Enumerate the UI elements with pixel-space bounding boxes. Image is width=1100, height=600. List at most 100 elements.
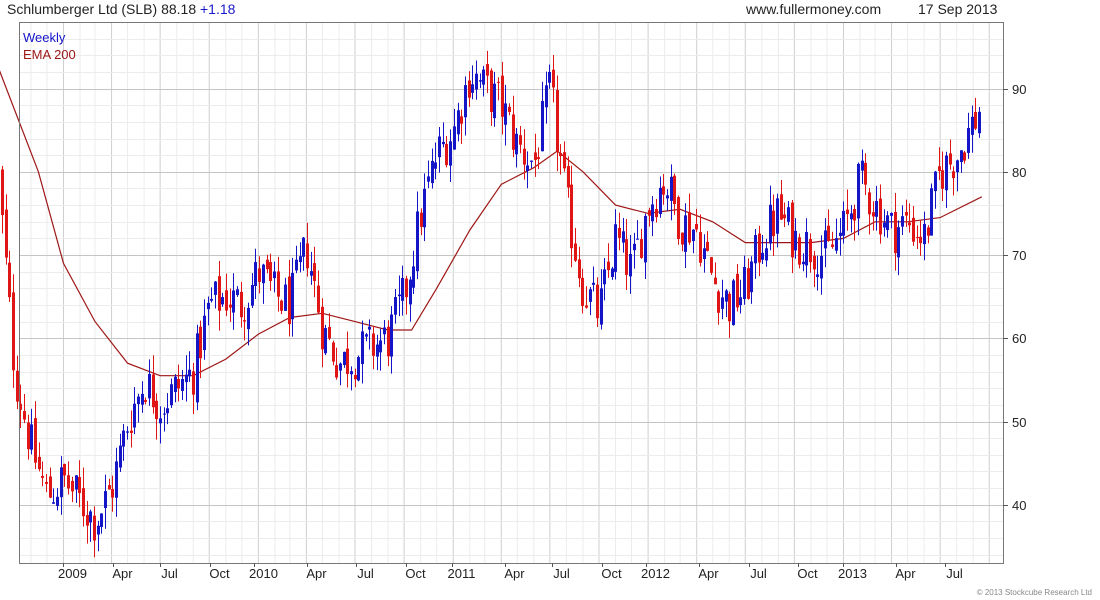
candle-body xyxy=(894,211,897,254)
candle-body xyxy=(603,269,606,285)
candle-body xyxy=(938,166,941,171)
candle-body xyxy=(743,267,746,299)
candle-body xyxy=(625,239,628,275)
y-tick-label: 50 xyxy=(1012,415,1026,430)
candle-body xyxy=(423,188,426,228)
candle-body xyxy=(901,216,904,227)
candle-body xyxy=(401,278,404,301)
candle-body xyxy=(12,292,15,371)
candle-body xyxy=(512,114,515,150)
candle-body xyxy=(486,64,489,76)
candle-body xyxy=(769,204,772,244)
candle-body xyxy=(409,279,412,305)
candle-body xyxy=(269,262,272,282)
candle-body xyxy=(897,227,900,258)
candle-body xyxy=(343,351,346,366)
candle-body xyxy=(861,160,864,171)
candle-body xyxy=(445,143,448,166)
candle-body xyxy=(148,373,151,399)
candle-body xyxy=(63,464,66,476)
candle-body xyxy=(122,430,125,447)
candle-body xyxy=(600,288,603,325)
candle-body xyxy=(379,340,382,353)
candle-body xyxy=(552,69,555,88)
candle-body xyxy=(688,212,691,243)
candle-body xyxy=(434,162,437,169)
candle-body xyxy=(82,488,85,517)
plot-frame xyxy=(19,22,1004,564)
candle-body xyxy=(218,276,221,311)
candle-body xyxy=(677,197,680,239)
candle-body xyxy=(78,477,81,494)
candle-body xyxy=(1,169,4,216)
candle-body xyxy=(376,344,379,357)
candle-body xyxy=(416,211,419,272)
candle-body xyxy=(519,135,522,145)
candle-body xyxy=(232,290,235,313)
candle-body xyxy=(262,264,265,284)
grid-lines xyxy=(19,22,1003,563)
candle-body xyxy=(758,233,761,263)
candle-body xyxy=(89,511,92,523)
x-tick-label: 2009 xyxy=(58,566,87,581)
candle-body xyxy=(273,271,276,279)
candle-body xyxy=(732,280,735,326)
candle-body xyxy=(912,217,915,242)
candle-body xyxy=(306,243,309,269)
candle-body xyxy=(905,211,908,216)
candle-body xyxy=(974,112,977,129)
candle-body xyxy=(787,207,790,222)
candle-body xyxy=(574,243,577,261)
candle-body xyxy=(754,235,757,264)
candle-body xyxy=(714,277,717,285)
candle-body xyxy=(761,252,764,260)
candle-body xyxy=(633,243,636,251)
candle-body xyxy=(394,297,397,315)
candle-body xyxy=(490,70,493,113)
x-tick-label: Oct xyxy=(797,566,818,581)
candle-body xyxy=(798,237,801,265)
candle-body xyxy=(398,294,401,297)
candle-body xyxy=(857,163,860,219)
candle-body xyxy=(949,153,952,165)
candle-body xyxy=(133,403,136,428)
candle-body xyxy=(736,273,739,308)
price-chart: 405060708090 2009 Apr Jul Oct 2010 Apr Jul Oct 2… xyxy=(0,22,1026,581)
candle-body xyxy=(41,475,44,478)
x-tick-label: 2012 xyxy=(641,566,670,581)
candle-body xyxy=(137,396,140,405)
candle-body xyxy=(930,188,933,236)
candle-body xyxy=(651,204,654,222)
candle-body xyxy=(875,200,878,217)
candle-body xyxy=(38,456,41,470)
candle-body xyxy=(119,445,122,468)
y-axis: 40 50 60 70 80 90 xyxy=(1003,82,1026,513)
candle-body xyxy=(791,202,794,258)
x-tick-label: 2013 xyxy=(838,566,867,581)
candle-body xyxy=(141,393,144,405)
candle-body xyxy=(827,225,830,241)
candle-body xyxy=(721,297,724,309)
candle-body xyxy=(585,305,588,308)
candle-body xyxy=(108,485,111,490)
candle-body xyxy=(174,376,177,393)
candle-body xyxy=(581,277,584,306)
candle-body xyxy=(820,255,823,279)
candle-body xyxy=(357,357,360,381)
candle-body xyxy=(236,289,239,296)
legend-ema: EMA 200 xyxy=(23,47,76,62)
candle-body xyxy=(181,379,184,391)
candle-body xyxy=(537,157,540,159)
candle-body xyxy=(104,491,107,509)
candle-body xyxy=(97,525,100,535)
candle-body xyxy=(556,90,559,152)
candle-body xyxy=(383,327,386,335)
candle-body xyxy=(412,266,415,288)
candle-body xyxy=(302,237,305,257)
candle-body xyxy=(75,475,78,490)
candle-body xyxy=(299,256,302,263)
candle-body xyxy=(783,214,786,219)
candle-body xyxy=(908,222,911,226)
candle-body xyxy=(240,291,243,318)
candle-body xyxy=(636,238,639,240)
